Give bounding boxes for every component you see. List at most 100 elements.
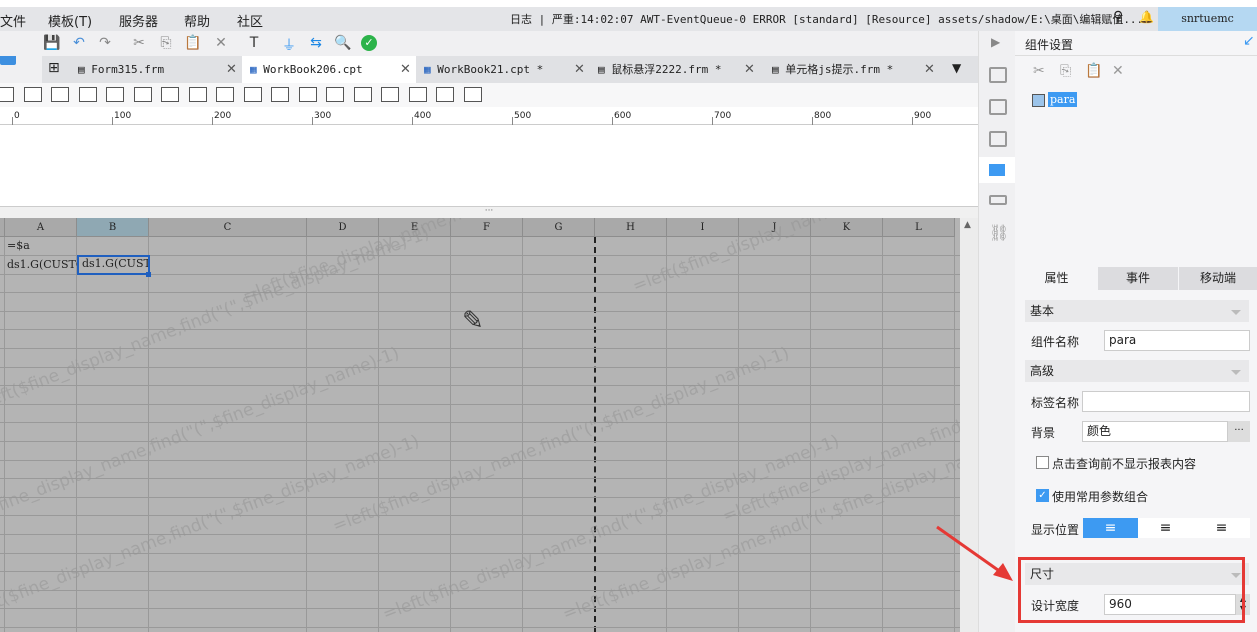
calendar-widget-icon[interactable]	[436, 87, 454, 102]
close-icon[interactable]: ✕	[574, 56, 585, 83]
bell-icon[interactable]: 🔔	[1139, 10, 1154, 24]
cut-icon[interactable]: ✂	[130, 35, 148, 51]
ruler-label: 0	[14, 111, 20, 121]
redo-icon[interactable]: ↷	[96, 35, 114, 51]
tag-name-input[interactable]	[1082, 391, 1250, 412]
use-param-combo-checkbox[interactable]: ✓	[1036, 489, 1049, 502]
column-header-I[interactable]: I	[667, 218, 739, 237]
column-header-J[interactable]: J	[739, 218, 811, 237]
tab-workbook21[interactable]: ▦ WorkBook21.cpt *	[416, 56, 588, 83]
component-settings-tab[interactable]	[979, 157, 1015, 183]
undo-icon[interactable]: ↶	[70, 35, 88, 51]
section-advanced[interactable]: 高级	[1025, 360, 1249, 382]
tab-events[interactable]: 事件	[1098, 267, 1178, 290]
splitter-handle[interactable]: ···	[0, 207, 978, 218]
menu-community[interactable]: 社区	[237, 11, 263, 30]
close-icon[interactable]: ✕	[744, 56, 755, 83]
section-basic[interactable]: 基本	[1025, 300, 1249, 322]
textfield-widget-icon[interactable]	[51, 87, 69, 102]
combocheck-widget-icon[interactable]	[106, 87, 124, 102]
expand-arrow-icon[interactable]: ▶	[991, 35, 1000, 49]
spreadsheet-grid[interactable]: ABCDEFGHIJKL=$ads1.G(CUSTOds1.G(CUSTO✎=l…	[0, 218, 960, 632]
align-center-button[interactable]: ≡	[1138, 518, 1193, 538]
tab-form315[interactable]: ▤ Form315.frm	[70, 56, 242, 83]
tab-cell-js-tip[interactable]: ▤ 单元格js提示.frm *	[764, 56, 936, 83]
column-header-B[interactable]: B	[77, 218, 149, 237]
switch-icon[interactable]: ⇆	[307, 35, 325, 51]
cut-icon[interactable]: ✂	[1033, 63, 1045, 79]
search-icon[interactable]: ⚲	[1113, 9, 1123, 25]
combobox-widget-icon[interactable]	[78, 87, 97, 102]
column-header-C[interactable]: C	[149, 218, 307, 237]
cell-b2[interactable]: ds1.G(CUSTO	[77, 255, 150, 275]
radio-widget-icon[interactable]	[216, 87, 234, 102]
paste-icon[interactable]: 📋	[184, 35, 202, 51]
datepicker-widget-icon[interactable]	[381, 87, 399, 102]
number-widget-icon[interactable]	[161, 87, 179, 102]
close-icon[interactable]: ✕	[924, 56, 935, 83]
copy-icon[interactable]: ⎘	[1060, 63, 1071, 79]
highlight-box	[1018, 557, 1245, 623]
hide-before-query-checkbox[interactable]	[1036, 456, 1049, 469]
column-header-G[interactable]: G	[523, 218, 595, 237]
column-header-E[interactable]: E	[379, 218, 451, 237]
component-name-input[interactable]: para	[1104, 330, 1250, 351]
column-header-H[interactable]: H	[595, 218, 667, 237]
column-header-K[interactable]: K	[811, 218, 883, 237]
tree-widget-icon[interactable]	[353, 87, 372, 102]
menu-file[interactable]: 文件	[0, 11, 26, 30]
tab-mobile[interactable]: 移动端	[1179, 267, 1257, 290]
label-widget-icon[interactable]	[23, 87, 42, 102]
dropdown-widget-icon[interactable]	[463, 87, 482, 102]
tab-properties[interactable]: 属性	[1016, 267, 1097, 290]
close-icon[interactable]: ✕	[226, 56, 237, 83]
tree-item-para[interactable]: para	[1048, 92, 1078, 107]
tab-hover2222[interactable]: ▤ 鼠标悬浮2222.frm *	[590, 56, 762, 83]
delete-icon[interactable]: ✕	[212, 35, 230, 51]
date-widget-icon[interactable]	[133, 87, 152, 102]
checkbox2-widget-icon[interactable]	[326, 87, 344, 102]
parameter-pane[interactable]	[0, 125, 978, 207]
align-right-button[interactable]: ≡	[1193, 518, 1250, 538]
background-more-button[interactable]: ···	[1228, 421, 1250, 442]
menu-server[interactable]: 服务器	[119, 11, 158, 30]
password-widget-icon[interactable]	[298, 87, 317, 102]
background-value: 颜色	[1082, 421, 1228, 442]
grid-add-icon[interactable]: ⊞	[48, 60, 60, 76]
column-header-A[interactable]: A	[5, 218, 77, 237]
connect-icon[interactable]: ⏚	[280, 35, 298, 54]
button-widget-icon[interactable]	[0, 87, 14, 102]
cell-a2[interactable]: ds1.G(CUSTO	[7, 258, 77, 271]
check-icon[interactable]: ✓	[361, 35, 377, 51]
user-account[interactable]: snrtuemc	[1158, 7, 1257, 31]
delete-icon[interactable]: ✕	[1112, 63, 1124, 79]
inspect-icon[interactable]: 🔍	[334, 35, 352, 51]
paste-icon[interactable]: 📋	[1085, 63, 1102, 79]
text-widget-icon[interactable]	[271, 87, 289, 102]
align-left-button[interactable]: ≡	[1083, 518, 1138, 538]
textarea-widget-icon[interactable]	[188, 87, 207, 102]
title-strip	[0, 0, 1257, 7]
checkbox-widget-icon[interactable]	[243, 87, 262, 102]
column-header-L[interactable]: L	[883, 218, 955, 237]
frame-icon[interactable]	[989, 131, 1007, 147]
copy-icon[interactable]: ⎘	[157, 35, 175, 51]
fill-handle[interactable]	[146, 272, 151, 277]
close-icon[interactable]: ✕	[400, 56, 411, 83]
menu-help[interactable]: 帮助	[184, 11, 210, 30]
cell-a1[interactable]: =$a	[7, 239, 77, 252]
column-header-D[interactable]: D	[307, 218, 379, 237]
tab-list-icon[interactable]: ▼	[952, 61, 961, 75]
link-icon[interactable]: ⛓	[989, 223, 1009, 242]
layout-icon[interactable]	[989, 67, 1007, 83]
treecombo-widget-icon[interactable]	[408, 87, 427, 102]
column-header-F[interactable]: F	[451, 218, 523, 237]
tab-workbook206[interactable]: ▦ WorkBook206.cpt	[242, 56, 416, 83]
menu-template[interactable]: 模板(T)	[48, 11, 92, 30]
collapse-arrow-icon[interactable]: ↙	[1243, 33, 1255, 49]
save-icon[interactable]: 💾	[43, 35, 61, 51]
widget-lib-icon[interactable]	[989, 99, 1007, 115]
log-message[interactable]: 日志 | 严重:14:02:07 AWT-EventQueue-0 ERROR …	[510, 11, 1143, 27]
preview-text-icon[interactable]: T	[245, 35, 263, 51]
list-icon[interactable]	[989, 195, 1007, 205]
